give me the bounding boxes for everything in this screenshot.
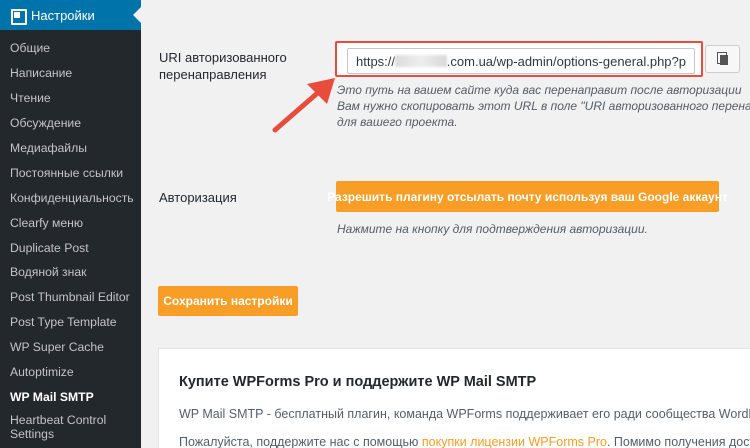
promo-title: Купите WPForms Pro и поддержите WP Mail … [179,374,537,390]
settings-icon [9,7,27,25]
promo-line2: Пожалуйста, поддержите нас с помощью пок… [179,435,750,448]
sidebar-header-label: Настройки [31,7,95,23]
submenu-item-clearfy[interactable]: Clearfy меню [0,210,141,235]
uri-description: Это путь на вашем сайте куда вас перенап… [337,82,750,130]
uri-desc-line2: Вам нужно скопировать этот URL в поле "U… [337,99,750,113]
submenu-item-general[interactable]: Общие [0,36,141,61]
promo-card: Купите WPForms Pro и поддержите WP Mail … [158,348,750,448]
redirect-uri-input[interactable]: https:// .com.ua/wp-admin/options-genera… [347,48,695,74]
settings-content: URI авторизованного перенаправления http… [141,0,750,448]
auth-description: Нажмите на кнопку для подтверждения авто… [337,222,648,236]
sidebar-item-settings[interactable]: Настройки [0,0,141,30]
submenu-item-reading[interactable]: Чтение [0,86,141,111]
redacted-domain [395,55,447,67]
uri-label-line1: URI авторизованного [159,50,287,65]
submenu-item-privacy[interactable]: Конфиденциальность [0,185,141,210]
submenu-item-autoptimize[interactable]: Autoptimize [0,360,141,385]
admin-sidebar: Настройки Общие Написание Чтение Обсужде… [0,0,141,448]
promo-line1: WP Mail SMTP - бесплатный плагин, команд… [179,407,750,421]
auth-label: Авторизация [159,190,237,205]
save-settings-button[interactable]: Сохранить настройки [158,286,298,316]
promo-line2-prefix: Пожалуйста, поддержите нас с помощью [179,435,422,448]
copy-icon [717,52,728,65]
heartbeat-label-line1: Heartbeat Control [10,413,107,428]
submenu-item-wp-super-cache[interactable]: WP Super Cache [0,335,141,360]
submenu-item-post-type-template[interactable]: Post Type Template [0,310,141,335]
callout-arrow [272,78,335,133]
uri-desc-line3: для вашего проекта. [337,115,458,129]
submenu-item-post-thumbnail-editor[interactable]: Post Thumbnail Editor [0,285,141,310]
submenu-item-discussion[interactable]: Обсуждение [0,111,141,136]
copy-uri-button[interactable] [705,45,740,73]
submenu-item-media[interactable]: Медиафайлы [0,136,141,161]
heartbeat-label-line2: Settings [10,427,55,442]
submenu-item-watermark[interactable]: Водяной знак [0,260,141,285]
submenu-item-duplicate-post[interactable]: Duplicate Post [0,235,141,260]
submenu-item-heartbeat-control[interactable]: Heartbeat Control Settings [0,409,141,443]
promo-line2-suffix: . Помимо получения доступа [606,435,750,448]
submenu-item-wp-mail-smtp[interactable]: WP Mail SMTP [0,384,141,409]
submenu-item-writing[interactable]: Написание [0,61,141,86]
uri-field-highlight: https:// .com.ua/wp-admin/options-genera… [335,41,703,77]
uri-desc-line1: Это путь на вашем сайте куда вас перенап… [337,83,742,97]
uri-suffix: .com.ua/wp-admin/options-general.php?p [446,54,686,69]
submenu-item-permalinks[interactable]: Постоянные ссылки [0,160,141,185]
current-menu-arrow [133,7,141,23]
settings-submenu: Общие Написание Чтение Обсуждение Медиаф… [0,30,141,443]
uri-prefix: https:// [356,54,396,69]
authorize-google-button[interactable]: Разрешить плагину отсылать почту использ… [327,181,728,212]
buy-license-link[interactable]: покупки лицензии WPForms Pro [422,435,607,448]
